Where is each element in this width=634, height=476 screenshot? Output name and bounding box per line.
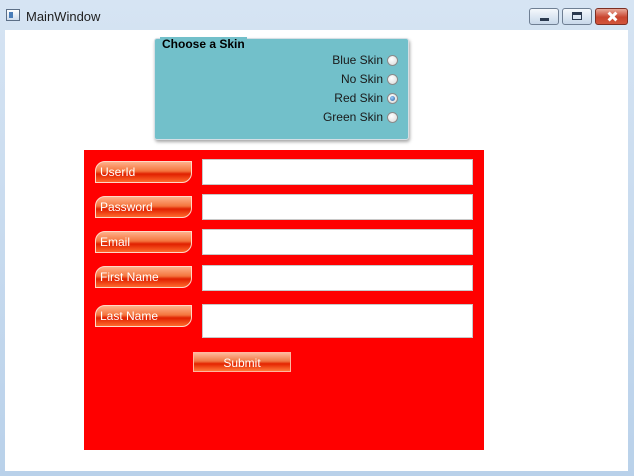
radio-label: Green Skin xyxy=(322,110,383,124)
main-window: MainWindow Choose a Skin Blue Skin No Sk… xyxy=(0,0,634,476)
skin-group-header: Choose a Skin xyxy=(160,37,247,51)
submit-button[interactable]: Submit xyxy=(193,352,291,372)
password-label: Password xyxy=(95,196,192,218)
radio-button[interactable] xyxy=(387,54,398,66)
close-button[interactable] xyxy=(595,8,628,25)
radio-label: No Skin xyxy=(340,72,383,86)
radio-no-skin[interactable]: No Skin xyxy=(341,70,398,88)
title-bar[interactable]: MainWindow xyxy=(0,0,634,30)
skin-groupbox: Choose a Skin Blue Skin No Skin Red Skin… xyxy=(154,37,409,140)
radio-button[interactable] xyxy=(387,73,398,85)
maximize-button[interactable] xyxy=(562,8,592,25)
radio-red-skin[interactable]: Red Skin xyxy=(334,89,398,107)
radio-label: Red Skin xyxy=(334,91,383,105)
radio-blue-skin[interactable]: Blue Skin xyxy=(332,51,398,69)
last-name-label: Last Name xyxy=(95,305,192,327)
radio-label: Blue Skin xyxy=(332,53,383,67)
password-input[interactable] xyxy=(202,194,473,220)
window-title: MainWindow xyxy=(26,9,101,24)
email-label: Email xyxy=(95,231,192,253)
radio-button[interactable] xyxy=(387,111,398,123)
client-area: Choose a Skin Blue Skin No Skin Red Skin… xyxy=(5,30,628,471)
userid-label: UserId xyxy=(95,161,192,183)
form-panel: UserId Password Email First Name Last Na… xyxy=(84,150,484,450)
minimize-button[interactable] xyxy=(529,8,559,25)
first-name-input[interactable] xyxy=(202,265,473,291)
radio-green-skin[interactable]: Green Skin xyxy=(323,108,398,126)
window-app-icon[interactable] xyxy=(6,9,20,21)
email-input[interactable] xyxy=(202,229,473,255)
first-name-label: First Name xyxy=(95,266,192,288)
last-name-input[interactable] xyxy=(202,304,473,338)
userid-input[interactable] xyxy=(202,159,473,185)
radio-button[interactable] xyxy=(387,92,398,104)
